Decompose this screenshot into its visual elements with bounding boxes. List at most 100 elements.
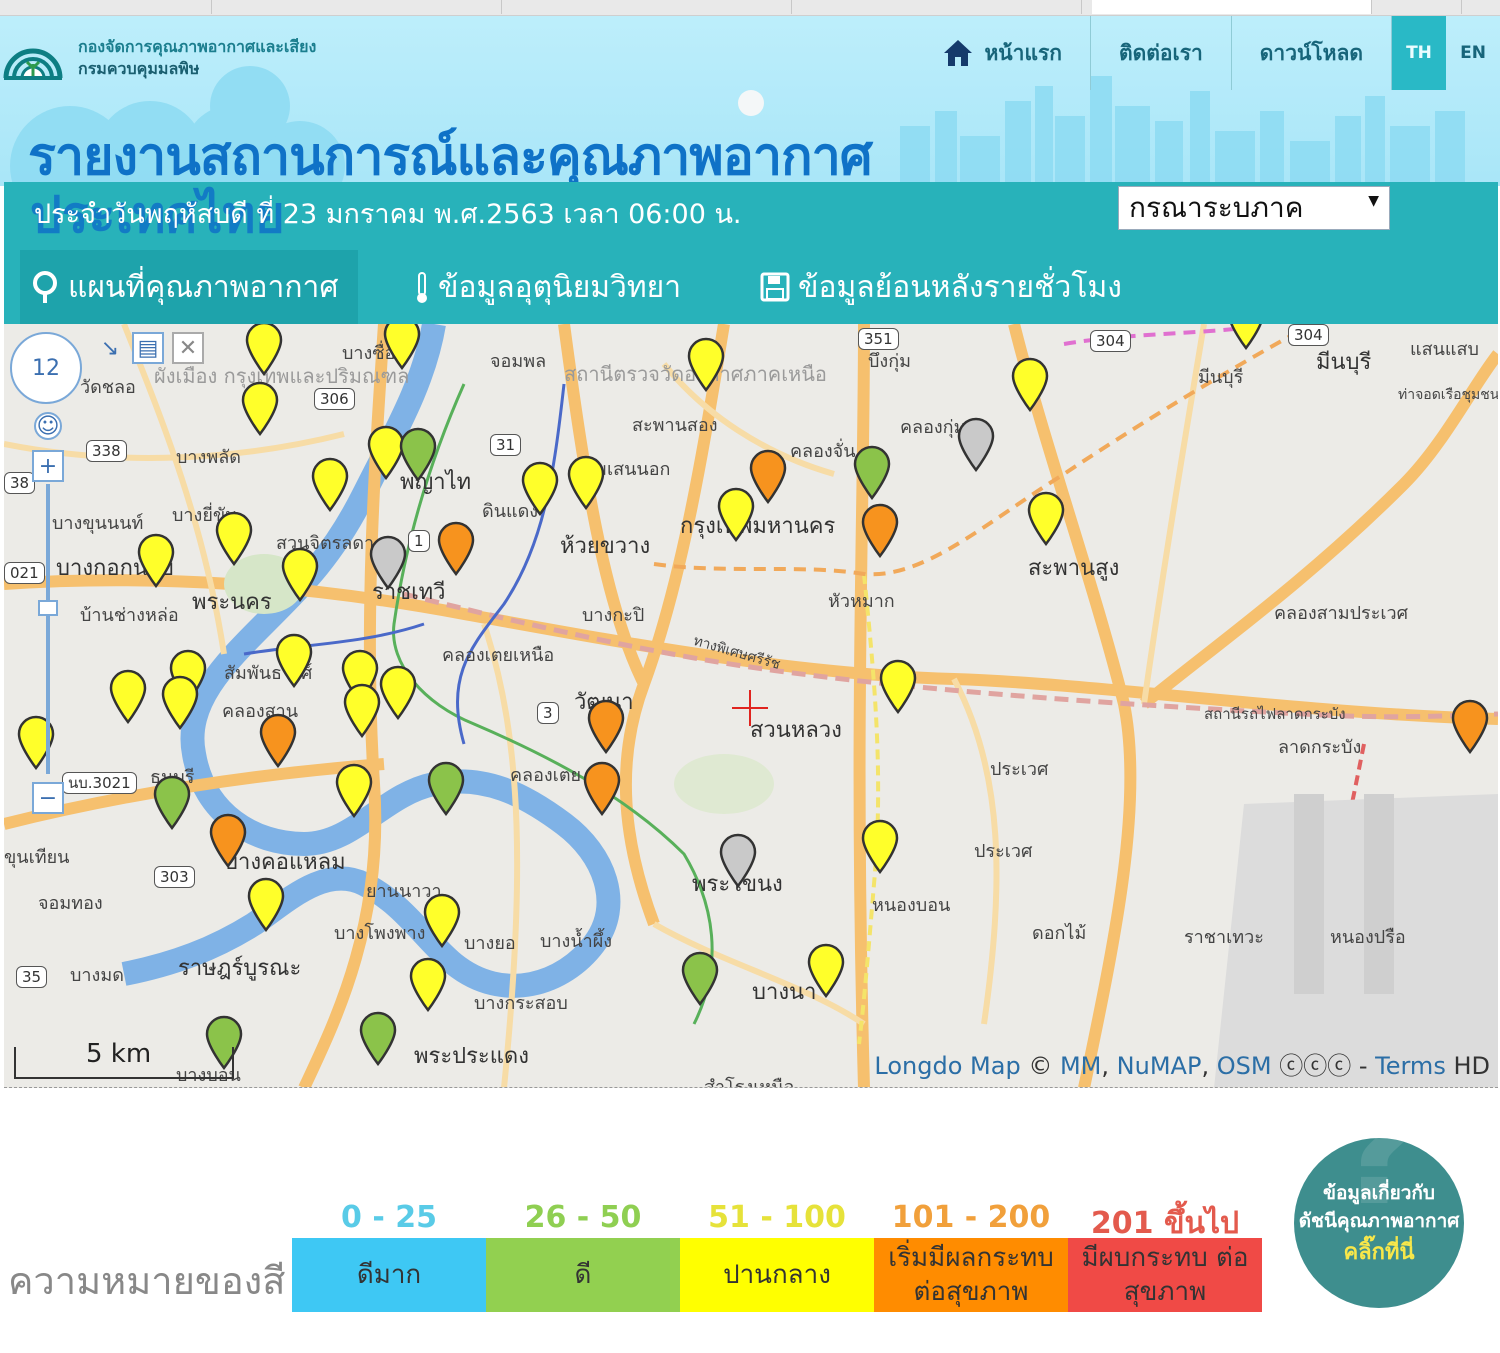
station-pin-icon[interactable] bbox=[1010, 356, 1050, 412]
legend-swatch: ดี bbox=[486, 1238, 680, 1312]
measure-tool-icon[interactable]: ↘ bbox=[94, 332, 126, 364]
station-pin-icon[interactable] bbox=[860, 502, 900, 558]
attribution-mm-link[interactable]: MM bbox=[1060, 1052, 1101, 1080]
place-label: สะพานสอง bbox=[632, 415, 718, 436]
attribution-osm-link[interactable]: OSM bbox=[1217, 1052, 1272, 1080]
nav-download-label: ดาวน์โหลด bbox=[1259, 40, 1363, 65]
station-pin-icon[interactable] bbox=[258, 712, 298, 768]
station-pin-icon[interactable] bbox=[382, 324, 422, 370]
station-pin-icon[interactable] bbox=[280, 546, 320, 602]
road-shield: 338 bbox=[86, 440, 127, 462]
zoom-out-button[interactable]: − bbox=[32, 782, 64, 814]
place-label: ลาดกระบัง bbox=[1278, 737, 1362, 758]
nav-download[interactable]: ดาวน์โหลด bbox=[1232, 16, 1392, 90]
tab-weather[interactable]: ข้อมูลอุตุนิยมวิทยา bbox=[414, 250, 681, 324]
attribution-longdo-link[interactable]: Longdo Map bbox=[874, 1052, 1020, 1080]
road-shield: 303 bbox=[154, 866, 195, 888]
zoom-slider-handle[interactable] bbox=[38, 600, 58, 616]
place-label: คลองเตยเหนือ bbox=[442, 645, 555, 666]
station-pin-icon[interactable] bbox=[16, 714, 56, 770]
station-pin-icon[interactable] bbox=[160, 674, 200, 730]
hd-toggle[interactable]: HD bbox=[1453, 1052, 1490, 1080]
station-pin-icon[interactable] bbox=[956, 416, 996, 472]
attribution-numap-link[interactable]: NuMAP bbox=[1117, 1052, 1202, 1080]
clear-icon[interactable]: ✕ bbox=[172, 332, 204, 364]
air-quality-map[interactable]: บางพลัด พญาไท ดินแดง ห้วยขวาง กรุงเทพมหา… bbox=[4, 324, 1498, 1088]
station-pin-icon[interactable] bbox=[358, 1010, 398, 1066]
station-pin-icon[interactable] bbox=[342, 682, 382, 738]
station-pin-icon[interactable] bbox=[586, 698, 626, 754]
station-pin-icon[interactable] bbox=[686, 336, 726, 392]
lang-en-button[interactable]: EN bbox=[1446, 16, 1500, 90]
station-pin-icon[interactable] bbox=[152, 774, 192, 830]
place-label: สำโรงเหนือ bbox=[704, 1077, 795, 1088]
road-shield: 31 bbox=[490, 434, 522, 456]
station-pin-icon[interactable] bbox=[582, 760, 622, 816]
zoom-in-button[interactable]: + bbox=[32, 450, 64, 482]
station-pin-icon[interactable] bbox=[878, 658, 918, 714]
tab-hourly-history[interactable]: ข้อมูลย้อนหลังรายชั่วโมง bbox=[760, 250, 1122, 324]
browser-tab[interactable] bbox=[222, 0, 502, 14]
station-pin-icon[interactable] bbox=[310, 456, 350, 512]
station-pin-icon[interactable] bbox=[426, 760, 466, 816]
station-pin-icon[interactable] bbox=[680, 950, 720, 1006]
accessibility-icon[interactable]: ☺ bbox=[34, 412, 62, 440]
station-pin-icon[interactable] bbox=[852, 444, 892, 500]
station-pin-icon[interactable] bbox=[860, 818, 900, 874]
tab-air-quality-map[interactable]: แผนที่คุณภาพอากาศ bbox=[20, 250, 358, 324]
station-pin-icon[interactable] bbox=[214, 510, 254, 566]
place-label: สะพานสูง bbox=[1028, 556, 1120, 581]
browser-tab[interactable] bbox=[802, 0, 1082, 14]
browser-tab[interactable] bbox=[1382, 0, 1462, 14]
tab-weather-label: ข้อมูลอุตุนิยมวิทยา bbox=[438, 269, 682, 305]
station-pin-icon[interactable] bbox=[1226, 324, 1266, 350]
station-pin-icon[interactable] bbox=[244, 324, 284, 376]
browser-tab-active[interactable] bbox=[1092, 0, 1372, 14]
place-label: บางพลัด bbox=[176, 447, 241, 468]
nav-home[interactable]: หน้าแรก bbox=[914, 16, 1091, 90]
tab-air-quality-map-label: แผนที่คุณภาพอากาศ bbox=[68, 269, 339, 305]
place-label: ประเวศ bbox=[974, 841, 1033, 862]
road-shield: นบ.3021 bbox=[62, 772, 137, 794]
pan-control[interactable]: 12 bbox=[10, 332, 82, 404]
station-pin-icon[interactable] bbox=[566, 454, 606, 510]
place-label: บ้านช่างหล่อ bbox=[80, 605, 179, 626]
place-label: บางกระสอบ bbox=[474, 993, 568, 1014]
map-scale-bar: 5 km bbox=[14, 1039, 234, 1079]
station-pin-icon[interactable] bbox=[718, 832, 758, 888]
decorative-dot bbox=[738, 90, 764, 116]
station-pin-icon[interactable] bbox=[368, 534, 408, 590]
station-pin-icon[interactable] bbox=[398, 426, 438, 482]
station-pin-icon[interactable] bbox=[422, 892, 462, 948]
station-pin-icon[interactable] bbox=[334, 762, 374, 818]
browser-tab[interactable] bbox=[0, 0, 212, 14]
station-pin-icon[interactable] bbox=[1026, 490, 1066, 546]
site-header: กองจัดการคุณภาพอากาศและเสียง กรมควบคุมมล… bbox=[0, 16, 1500, 186]
lang-th-button[interactable]: TH bbox=[1392, 16, 1446, 90]
place-label: บางโพงพาง bbox=[334, 923, 426, 944]
station-pin-icon[interactable] bbox=[1450, 698, 1490, 754]
station-pin-icon[interactable] bbox=[806, 942, 846, 998]
save-disk-icon bbox=[760, 272, 790, 302]
browser-tab[interactable] bbox=[512, 0, 792, 14]
nav-contact[interactable]: ติดต่อเรา bbox=[1091, 16, 1232, 90]
aqi-info-button[interactable]: ? ข้อมูลเกี่ยวกับ ดัชนีคุณภาพอากาศ คลิ๊ก… bbox=[1294, 1138, 1464, 1308]
station-pin-icon[interactable] bbox=[108, 668, 148, 724]
station-pin-icon[interactable] bbox=[716, 486, 756, 542]
station-pin-icon[interactable] bbox=[208, 812, 248, 868]
attribution-terms-link[interactable]: Terms bbox=[1375, 1052, 1446, 1080]
zoom-slider-track[interactable] bbox=[46, 484, 50, 774]
station-pin-icon[interactable] bbox=[378, 664, 418, 720]
station-pin-icon[interactable] bbox=[408, 956, 448, 1012]
place-label: แสนแสบ bbox=[1410, 339, 1479, 360]
region-select[interactable]: กรณาระบภาค ▼ bbox=[1118, 186, 1390, 230]
station-pin-icon[interactable] bbox=[520, 460, 560, 516]
attribution-copyright: © bbox=[1028, 1052, 1053, 1080]
station-pin-icon[interactable] bbox=[240, 380, 280, 436]
layers-icon[interactable]: ▤ bbox=[132, 332, 164, 364]
station-pin-icon[interactable] bbox=[274, 632, 314, 688]
station-pin-icon[interactable] bbox=[436, 520, 476, 576]
place-label: กรุงเทพมหานคร bbox=[680, 514, 836, 539]
station-pin-icon[interactable] bbox=[246, 876, 286, 932]
station-pin-icon[interactable] bbox=[136, 532, 176, 588]
